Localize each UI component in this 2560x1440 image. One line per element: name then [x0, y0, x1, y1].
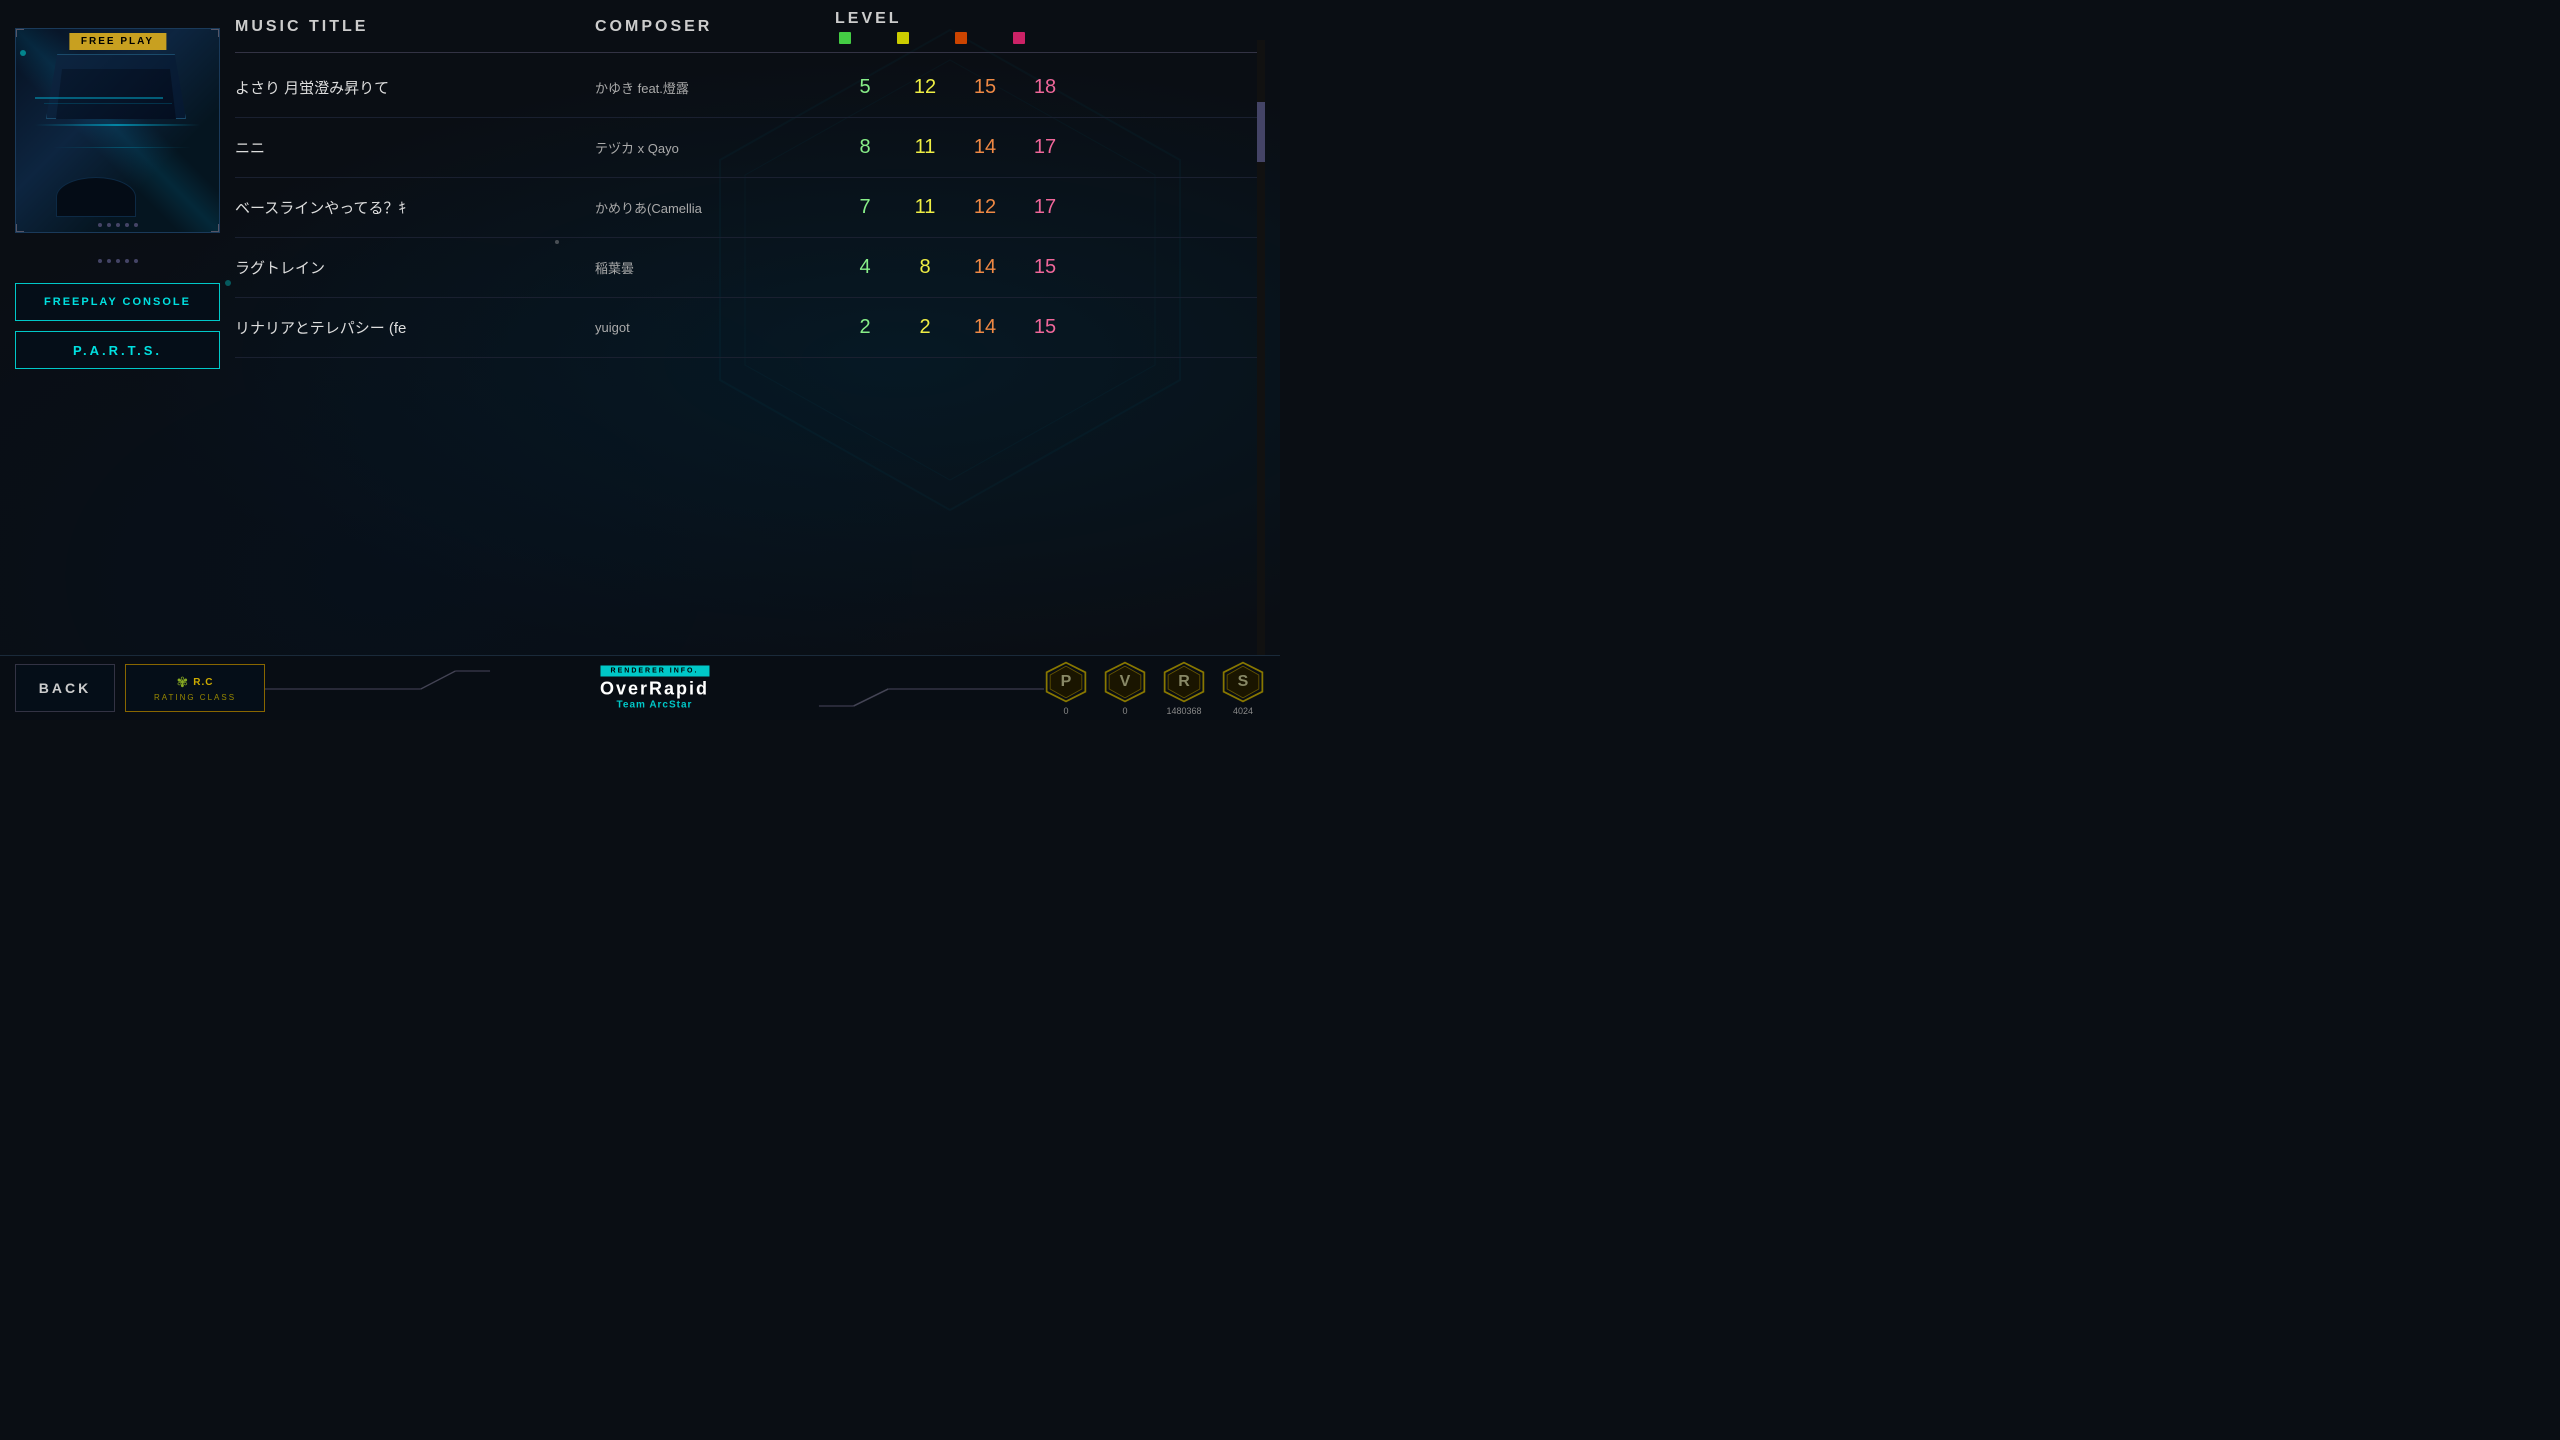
song-title: ラグトレイン	[235, 257, 595, 278]
score-badge-p: P 0	[1044, 660, 1088, 716]
song-row[interactable]: ニニテヅカ x Qayo8111417	[235, 118, 1265, 178]
back-label: BACK	[39, 680, 91, 696]
badge-letter: P	[1061, 673, 1072, 691]
level-yellow: 12	[895, 76, 955, 99]
song-list: よさり 月蛍澄み昇りてかゆき feat.燈露5121518ニニテヅカ x Qay…	[235, 58, 1265, 358]
freeplay-console-button[interactable]: FREEPLAY CONSOLE	[15, 283, 220, 321]
level-pink: 15	[1015, 316, 1075, 339]
level-green: 8	[835, 136, 895, 159]
song-row[interactable]: よさり 月蛍澄み昇りてかゆき feat.燈露5121518	[235, 58, 1265, 118]
score-badges: P 0 V 0 R 1480368	[1044, 660, 1265, 716]
level-orange: 12	[955, 196, 1015, 219]
freeplay-console-label: FREEPLAY CONSOLE	[44, 296, 191, 308]
level-orange: 14	[955, 316, 1015, 339]
col-music-title-header: MUSIC TITLE	[235, 18, 595, 36]
corner-tl	[16, 29, 24, 37]
level-pink: 18	[1015, 76, 1075, 99]
dot-indicator	[20, 50, 26, 56]
song-composer: かめりあ(Camellia	[595, 198, 835, 217]
corner-tr	[211, 29, 219, 37]
rating-class-button[interactable]: ✾ R.C RATING CLASS	[125, 664, 265, 712]
score-badge-r: R 1480368	[1162, 660, 1206, 716]
level-pink: 17	[1015, 136, 1075, 159]
badge-letter: S	[1238, 673, 1249, 691]
table-header: MUSIC TITLE COMPOSER LEVEL	[235, 10, 1265, 53]
bottom-dots	[16, 223, 219, 227]
left-panel: FREE PLAY	[15, 10, 220, 369]
song-title: リナリアとテレパシー (fe	[235, 317, 595, 338]
easy-dot	[839, 32, 851, 44]
level-orange: 15	[955, 76, 1015, 99]
free-play-badge: FREE PLAY	[69, 33, 166, 50]
level-yellow: 8	[895, 256, 955, 279]
mid-dot	[555, 240, 559, 244]
level-yellow: 2	[895, 316, 955, 339]
song-composer: かゆき feat.燈露	[595, 78, 835, 97]
rating-icon: ✾	[177, 674, 189, 691]
song-levels: 481415	[835, 256, 1265, 279]
level-pink: 15	[1015, 256, 1075, 279]
badge-score: 1480368	[1166, 706, 1201, 716]
score-badge-v: V 0	[1103, 660, 1147, 716]
extreme-dot	[1013, 32, 1025, 44]
badge-letter: R	[1178, 673, 1190, 691]
song-levels: 221415	[835, 316, 1265, 339]
level-color-indicators	[835, 32, 1025, 44]
badge-hex: R	[1162, 660, 1206, 704]
badge-letter: V	[1120, 673, 1131, 691]
bottom-bar: BACK ✾ R.C RATING CLASS RENDERER INFO. O…	[0, 655, 1280, 720]
song-composer: 稲葉曇	[595, 258, 835, 277]
game-title: OverRapid	[600, 679, 709, 700]
game-subtitle: Team ArcStar	[600, 700, 709, 711]
song-levels: 5121518	[835, 76, 1265, 99]
badge-score: 0	[1063, 706, 1068, 716]
level-yellow: 11	[895, 136, 955, 159]
badge-hex: V	[1103, 660, 1147, 704]
song-row[interactable]: ラグトレイン稲葉曇481415	[235, 238, 1265, 298]
song-title: よさり 月蛍澄み昇りて	[235, 77, 595, 98]
level-yellow: 11	[895, 196, 955, 219]
hard-dot	[955, 32, 967, 44]
scrollbar-track[interactable]	[1257, 40, 1265, 655]
badge-hex: S	[1221, 660, 1265, 704]
scrollbar-thumb[interactable]	[1257, 102, 1265, 162]
song-row[interactable]: ベースラインやってる？ｷかめりあ(Camellia7111217	[235, 178, 1265, 238]
song-levels: 7111217	[835, 196, 1265, 219]
song-levels: 8111417	[835, 136, 1265, 159]
level-green: 2	[835, 316, 895, 339]
back-button[interactable]: BACK	[15, 664, 115, 712]
song-title: ニニ	[235, 137, 595, 158]
normal-dot	[897, 32, 909, 44]
level-pink: 17	[1015, 196, 1075, 219]
album-art	[15, 28, 220, 233]
renderer-badge: RENDERER INFO.	[600, 666, 709, 677]
level-green: 5	[835, 76, 895, 99]
rc-top: ✾ R.C	[177, 674, 214, 691]
dot-indicator2	[225, 280, 231, 286]
song-composer: テヅカ x Qayo	[595, 138, 835, 157]
badge-score: 4024	[1233, 706, 1253, 716]
level-label: LEVEL	[835, 10, 902, 28]
parts-button[interactable]: P.A.R.T.S.	[15, 331, 220, 369]
level-green: 4	[835, 256, 895, 279]
song-title: ベースラインやってる？ｷ	[235, 197, 595, 218]
main-content: MUSIC TITLE COMPOSER LEVEL よさり 月蛍澄み昇りてかゆ…	[235, 10, 1265, 655]
parts-label: P.A.R.T.S.	[73, 343, 162, 358]
song-composer: yuigot	[595, 320, 835, 335]
song-row[interactable]: リナリアとテレパシー (feyuigot221415	[235, 298, 1265, 358]
level-green: 7	[835, 196, 895, 219]
col-level-header: LEVEL	[835, 10, 1265, 44]
badge-score: 0	[1122, 706, 1127, 716]
level-orange: 14	[955, 256, 1015, 279]
score-badge-s: S 4024	[1221, 660, 1265, 716]
rc-label: R.C	[193, 677, 213, 688]
rc-subtitle: RATING CLASS	[154, 693, 236, 702]
level-orange: 14	[955, 136, 1015, 159]
badge-hex: P	[1044, 660, 1088, 704]
col-composer-header: COMPOSER	[595, 18, 835, 36]
